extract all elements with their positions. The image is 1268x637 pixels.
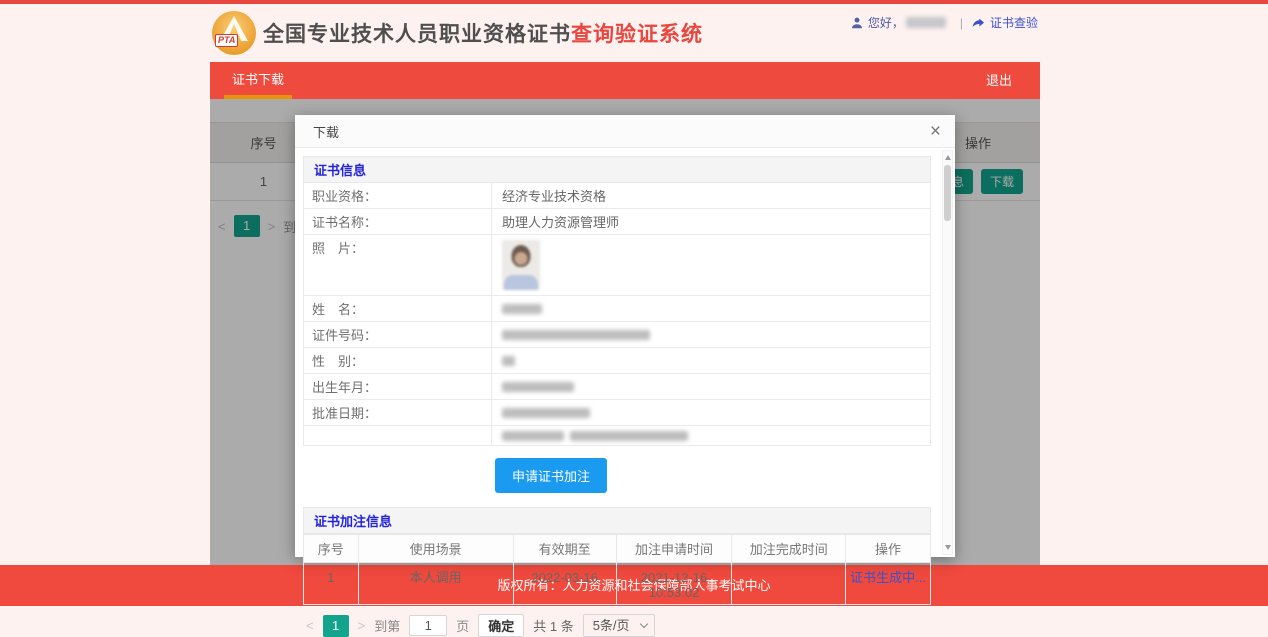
field-row-qualification: 职业资格： 经济专业技术资格: [304, 183, 930, 209]
user-icon: [850, 16, 864, 30]
redacted-birth-date: [502, 382, 574, 392]
field-label: 照 片：: [304, 235, 492, 295]
pta-logo-icon: PTA: [212, 11, 256, 55]
topbar-separator: |: [960, 16, 963, 30]
confirm-page-button[interactable]: 确定: [478, 614, 524, 637]
anno-col-valid: 有效期至: [513, 535, 616, 563]
share-arrow-icon: [971, 16, 986, 30]
page-title-accent: 查询验证系统: [571, 23, 703, 46]
close-icon[interactable]: ×: [930, 122, 941, 141]
field-row-id-number: 证件号码：: [304, 322, 930, 348]
annotation-table: 序号 使用场景 有效期至 加注申请时间 加注完成时间 操作 1 本人调用 202…: [303, 534, 931, 605]
prev-page-icon[interactable]: <: [306, 618, 314, 633]
cert-info-table: 职业资格： 经济专业技术资格 证书名称： 助理人力资源管理师 照 片： 姓 名：: [303, 183, 931, 446]
cert-verify-link[interactable]: 证书查验: [990, 14, 1038, 31]
anno-index: 1: [304, 563, 359, 605]
field-row-birth: 出生年月：: [304, 374, 930, 400]
cert-generating-link[interactable]: 证书生成中...: [850, 570, 926, 585]
field-row-gender: 性 别：: [304, 348, 930, 374]
field-value: 经济专业技术资格: [492, 183, 930, 208]
field-value: 助理人力资源管理师: [492, 209, 930, 234]
logo-pta-text: PTA: [215, 34, 238, 47]
field-label: 证书名称：: [304, 209, 492, 234]
page-size-value: 5条/页: [593, 618, 630, 633]
field-label: 姓 名：: [304, 296, 492, 321]
annotation-row: 1 本人调用 2022-03-16 2021-12-16 10:53:02 证书…: [304, 563, 931, 605]
goto-suffix-label: 页: [456, 616, 469, 635]
scroll-down-icon[interactable]: [945, 545, 951, 550]
greeting-text: 您好，: [868, 14, 904, 31]
field-row-approve-date: 批准日期：: [304, 400, 930, 426]
goto-prefix-label: 到第: [374, 616, 400, 635]
redacted-id-number: [502, 330, 650, 340]
page-title: 全国专业技术人员职业资格证书查询验证系统: [263, 18, 703, 48]
anno-col-apply: 加注申请时间: [616, 535, 732, 563]
chevron-down-icon: [639, 620, 647, 628]
logout-button[interactable]: 退出: [986, 62, 1012, 99]
field-label: 出生年月：: [304, 374, 492, 399]
field-label: 证件号码：: [304, 322, 492, 347]
id-photo: [502, 240, 540, 290]
cert-info-section-title: 证书信息: [303, 156, 931, 183]
field-row-name: 姓 名：: [304, 296, 930, 322]
modal-title: 下载: [313, 122, 339, 141]
redacted-name: [502, 304, 542, 314]
redacted-approve-date: [502, 408, 590, 418]
redacted-extra-1: [502, 431, 564, 441]
main-nav: 证书下载 退出: [210, 62, 1040, 99]
anno-complete-time: [732, 563, 846, 605]
total-count-label: 共 1 条: [533, 616, 573, 635]
page-title-main: 全国专业技术人员职业资格证书: [263, 23, 571, 46]
anno-col-action: 操作: [846, 535, 931, 563]
field-row-photo: 照 片：: [304, 235, 930, 296]
anno-col-index: 序号: [304, 535, 359, 563]
current-page-button[interactable]: 1: [323, 615, 349, 637]
anno-scene: 本人调用: [358, 563, 513, 605]
apply-annotation-button[interactable]: 申请证书加注: [495, 458, 607, 493]
field-label: [304, 426, 492, 445]
redacted-extra-2: [570, 431, 688, 441]
nav-tab-cert-download[interactable]: 证书下载: [224, 62, 292, 99]
anno-apply-time: 2021-12-16 10:53:02: [616, 563, 732, 605]
field-label: 职业资格：: [304, 183, 492, 208]
goto-page-input[interactable]: [409, 615, 447, 636]
redacted-gender: [502, 356, 515, 366]
anno-valid-until: 2022-03-16: [513, 563, 616, 605]
brand: PTA 全国专业技术人员职业资格证书查询验证系统: [212, 11, 703, 55]
anno-col-scene: 使用场景: [358, 535, 513, 563]
modal-scrollbar[interactable]: [942, 150, 953, 555]
next-page-icon[interactable]: >: [358, 618, 366, 633]
scrollbar-thumb[interactable]: [944, 165, 951, 221]
field-label: 批准日期：: [304, 400, 492, 425]
scroll-up-icon[interactable]: [945, 155, 951, 160]
username-redacted: [906, 17, 946, 28]
annotation-section-title: 证书加注信息: [303, 507, 931, 534]
field-row-cert-name: 证书名称： 助理人力资源管理师: [304, 209, 930, 235]
modal-pagination: < 1 > 到第 页 确定 共 1 条 5条/页: [303, 605, 931, 637]
anno-col-complete: 加注完成时间: [732, 535, 846, 563]
field-row-extra: [304, 426, 930, 446]
field-label: 性 别：: [304, 348, 492, 373]
page-size-select[interactable]: 5条/页: [583, 614, 655, 637]
download-modal: 下载 × 证书信息 职业资格： 经济专业技术资格 证书名称： 助理人力资源管理师…: [295, 115, 955, 557]
